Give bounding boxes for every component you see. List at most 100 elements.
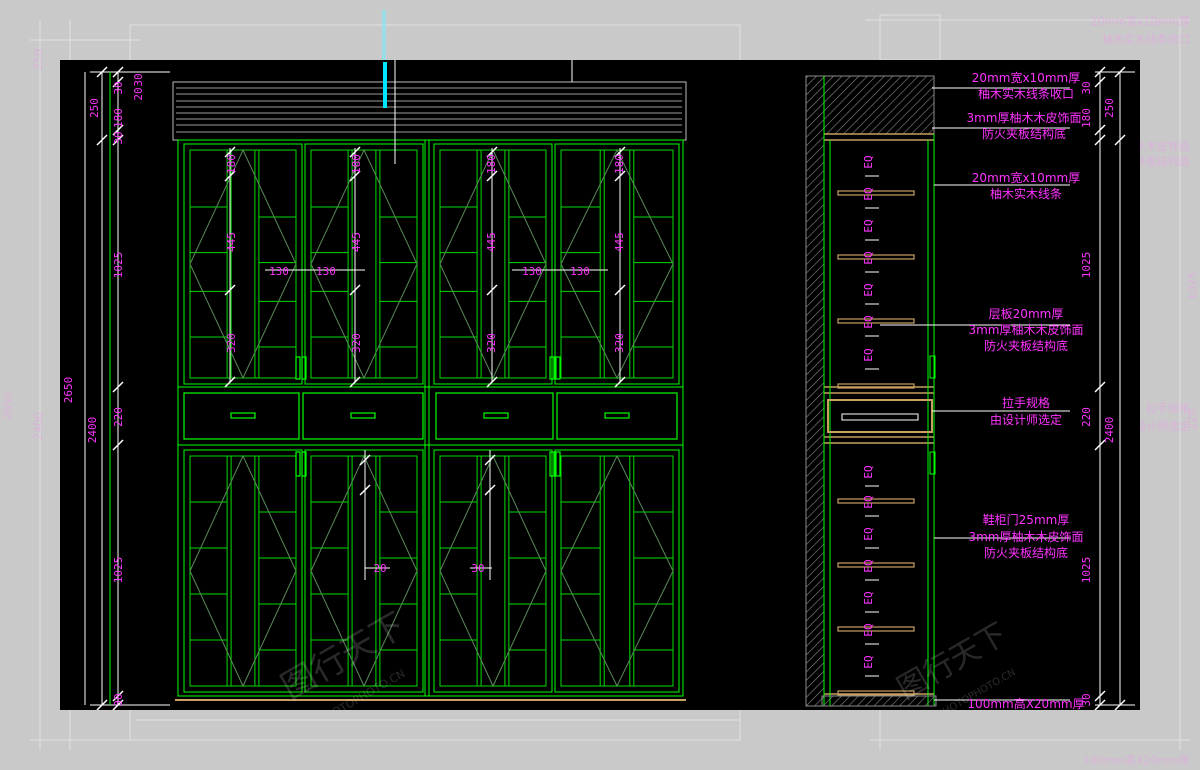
door-diamond: [560, 454, 674, 688]
wall-hatch: [805, 75, 825, 707]
drawer-handle-section: [841, 413, 919, 421]
eq-label: EQ: [862, 187, 875, 200]
bg-label-7: 100mm高X20mm厚: [1083, 753, 1190, 767]
bg-label-2: 柚木实木线条收口: [1102, 32, 1190, 46]
eq-label: EQ: [862, 495, 875, 508]
door-lattice: [189, 148, 674, 688]
drawer-4[interactable]: [556, 392, 678, 440]
door-inner-frame: [189, 149, 297, 379]
watermark: 图行天下 PHOTOPHOTO.CN 图行天下 PHOTOPHOTO.CN: [275, 605, 1018, 710]
callout-door-2: 3mm厚柚木木皮饰面: [968, 529, 1083, 544]
eq-label: EQ: [862, 591, 875, 604]
shelf-section: [837, 498, 915, 504]
dim-445-d: 445: [613, 232, 626, 252]
dim-left-1025a: 1025: [112, 252, 125, 279]
door-diamond: [189, 454, 297, 688]
shelf-section: [837, 626, 915, 632]
dim-left-1025b: 1025: [112, 557, 125, 584]
crown-molding: [172, 81, 687, 141]
door-inner-frame: [439, 455, 547, 687]
eq-label: EQ: [862, 559, 875, 572]
dim-20: 20: [373, 562, 386, 575]
dim-right-250: 250: [1103, 98, 1116, 118]
upper-door-2[interactable]: [304, 143, 424, 385]
drawer-2[interactable]: [302, 392, 424, 440]
dim-445-c: 445: [485, 232, 498, 252]
dim-320-d: 320: [613, 333, 626, 353]
dim-445-b: 445: [350, 232, 363, 252]
eq-label: EQ: [862, 283, 875, 296]
dim-left-30a: 30: [112, 81, 125, 94]
drawer-handle-1: [230, 412, 256, 419]
drawer-section[interactable]: [827, 399, 933, 433]
door-diamond: [310, 148, 418, 380]
drawer-3[interactable]: [435, 392, 554, 440]
right-dimensions: 250 30 180 1025 220 2400 1025 30: [1080, 66, 1135, 710]
callout-top-trim-1: 20mm宽x10mm厚: [972, 70, 1080, 85]
dim-180-b: 180: [350, 154, 363, 174]
dim-left-220: 220: [112, 407, 125, 427]
dim-130-a: 130: [269, 265, 289, 278]
dim-320-b: 320: [350, 333, 363, 353]
dim-180-d: 180: [613, 154, 626, 174]
upper-door-1[interactable]: [183, 143, 303, 385]
callout-shelf-3: 防火夹板结构底: [984, 338, 1068, 353]
drawer-handle-3: [483, 412, 509, 419]
dim-right-1025a: 1025: [1080, 252, 1093, 279]
eq-label: EQ: [862, 655, 875, 668]
cad-drawing: 2650 2400 250 30 180 30 1025 220 1025 30…: [60, 60, 1140, 710]
door-pull-1: [295, 356, 301, 380]
lower-door-4[interactable]: [554, 449, 680, 693]
door-diamond: [189, 148, 297, 380]
drawer-handle-2: [350, 412, 376, 419]
bg-dim-1025: 1025: [1186, 272, 1199, 300]
eq-label: EQ: [862, 155, 875, 168]
eq-label: EQ: [862, 315, 875, 328]
crown-section: [823, 75, 935, 135]
dim-left-30b: 30: [112, 131, 125, 144]
callout-door-1: 鞋柜门25mm厚: [983, 512, 1070, 527]
drawer-1[interactable]: [183, 392, 300, 440]
callout-top-panel-2: 防火夹板结构底: [982, 126, 1066, 141]
door-inner-frame: [189, 455, 297, 687]
shelf-section: [837, 254, 915, 260]
callout-line-strip-1: 20mm宽x10mm厚: [972, 170, 1080, 185]
dim-130-b: 130: [316, 265, 336, 278]
door-pull-5: [295, 451, 301, 477]
callout-shelf-1: 层板20mm厚: [989, 307, 1064, 321]
door-pull-4: [555, 356, 561, 380]
shelf-section: [837, 318, 915, 324]
bg-dim-220: 220: [1186, 409, 1199, 430]
dim-right-30: 30: [1080, 81, 1093, 94]
callout-shelf-2: 3mm厚柚木木皮饰面: [968, 322, 1083, 337]
callout-line-strip-2: 柚木实木线条: [990, 186, 1062, 201]
dim-180-a: 180: [225, 154, 238, 174]
section-marker: [383, 62, 387, 108]
eq-label: EQ: [862, 348, 875, 361]
dim-body-height: 2400: [86, 417, 99, 444]
dim-320-a: 320: [225, 333, 238, 353]
eq-label: EQ: [862, 527, 875, 540]
door-inner-frame: [310, 149, 418, 379]
dim-top-30: 30: [132, 73, 145, 86]
front-elevation: [172, 60, 687, 701]
dim-130-c: 130: [522, 265, 542, 278]
callouts: 20mm宽x10mm厚 柚木实木线条收口 3mm厚柚木木皮饰面 防火夹板结构底 …: [880, 70, 1085, 710]
bg-dim-2400: 2400: [32, 412, 45, 440]
left-dimensions: 2650 2400 250 30 180 30 1025 220 1025 30…: [62, 66, 170, 710]
section-view: EQ EQ EQ EQ EQ EQ EQ EQ EQ EQ EQ EQ EQ EQ: [805, 75, 937, 707]
dim-top-20: 20: [132, 87, 145, 100]
dim-right-2400: 2400: [1103, 417, 1116, 444]
bg-dim-250: 250: [32, 49, 45, 70]
lower-door-1[interactable]: [183, 449, 303, 693]
shelf-section: [837, 190, 915, 196]
shelf-section: [837, 562, 915, 568]
callout-top-trim-2: 柚木实木线条收口: [978, 86, 1074, 101]
door-inner-frame: [560, 455, 674, 687]
callout-handle-2: 由设计师选定: [990, 412, 1062, 427]
drawer-handle-4: [604, 412, 630, 419]
dim-320-c: 320: [485, 333, 498, 353]
dim-130-d: 130: [570, 265, 590, 278]
dim-445-a: 445: [225, 232, 238, 252]
dim-left-180: 180: [112, 108, 125, 128]
